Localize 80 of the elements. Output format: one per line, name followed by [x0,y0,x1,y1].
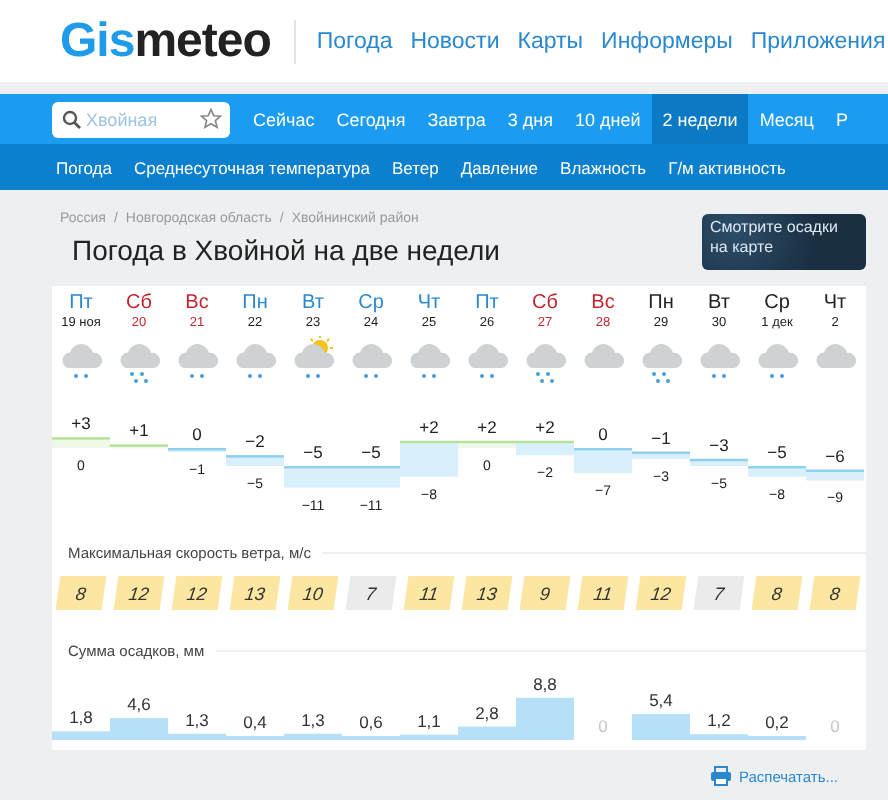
precipitation-amount: 0,2 [765,712,789,732]
max-temperature: 0 [598,424,608,444]
tab[interactable]: Месяц [748,94,825,144]
nav-link[interactable]: Новости [410,29,500,53]
tab[interactable]: 3 дня [496,94,565,144]
day-name: Чт [415,292,443,314]
wind-speed: 12 [113,576,165,610]
subnav-link[interactable]: Давление [460,157,539,177]
subnav-link[interactable]: Погода [56,157,112,177]
tab[interactable]: Завтра [416,94,497,144]
wind-speed: 12 [171,576,223,610]
max-temperature: +2 [477,416,497,437]
day-name: Сб [124,292,154,314]
precipitation-amount: 1,1 [417,710,441,731]
gismeteo-logo[interactable]: Gismeteo [60,13,271,69]
precipitation-amount: 0,6 [359,712,383,732]
max-temperature: 0 [192,424,202,444]
subnav-link[interactable]: Ветер [392,157,439,177]
wind-speed: 9 [519,576,571,610]
max-temperature: −5 [303,442,323,462]
precipitation-amount: 5,4 [649,690,673,711]
wind-speed: 10 [287,576,339,610]
search-field[interactable]: Хвойная [52,101,230,137]
day-name: Ср [356,292,386,314]
precipitation-amount: 1,8 [69,707,93,728]
day-name: Пт [67,292,95,314]
subnav-link[interactable]: Влажность [560,157,647,177]
tab[interactable]: 2 недели [651,94,749,144]
precipitation-amount: 8,8 [533,673,557,694]
max-temperature: −3 [709,434,729,455]
day-name: Пн [646,292,676,314]
max-temperature: −2 [245,431,265,452]
wind-speed: 7 [345,576,397,610]
day-name: Ср [762,292,792,314]
day-name: Пн [240,292,270,314]
subnav-link[interactable]: Г/м активность [668,157,786,177]
wind-speed: 7 [693,576,745,610]
precipitation-amount: 1,2 [707,710,731,731]
tab[interactable]: Сейчас [242,94,326,144]
max-temperature: +3 [71,413,91,434]
day-name: Чт [821,292,849,314]
max-temperature: −6 [825,445,845,466]
search-icon [62,109,82,129]
printer-icon [710,766,733,786]
day-name: Вс [589,292,617,314]
nav-link[interactable]: Погода [316,29,393,53]
nav-link[interactable]: Карты [517,29,584,53]
day-name: Вт [706,292,732,314]
precipitation-amount: 0,4 [243,712,267,732]
max-temperature: +1 [129,420,149,441]
day-name: Сб [530,292,560,314]
wind-speed: 13 [229,576,281,610]
max-temperature: −5 [361,442,381,462]
map-button[interactable]: Смотрите осадки на карте [702,214,866,270]
wind-speed: 11 [403,576,455,610]
nav-link[interactable]: Информеры [601,29,733,53]
day-name: Пт [473,292,501,314]
max-temperature: −5 [767,442,787,462]
tab[interactable]: Р [824,94,859,144]
wind-speed: 8 [809,576,861,610]
day-name: Вт [300,292,326,314]
wind-speed: 12 [635,576,687,610]
max-temperature: −1 [651,427,671,448]
subnav-link[interactable]: Среднесуточная температура [133,157,370,177]
max-temperature: +2 [535,416,555,437]
wind-speed: 8 [55,576,107,610]
wind-speed: 8 [751,576,803,610]
wind-speed: 13 [461,576,513,610]
max-temperature: +2 [419,416,439,437]
tab[interactable]: 10 дней [564,94,652,144]
page-title: Погода в Хвойной на две недели [72,234,500,266]
precipitation-amount: 1,3 [301,709,325,730]
precipitation-amount: 1,3 [185,709,209,730]
day-name: Вс [183,292,211,314]
precipitation-amount: 4,6 [127,693,151,714]
precipitation-amount: 2,8 [475,702,499,723]
nav-link[interactable]: Приложения [750,29,886,53]
star-icon[interactable] [200,107,222,129]
wind-speed: 11 [577,576,629,610]
tab[interactable]: Сегодня [325,94,417,144]
